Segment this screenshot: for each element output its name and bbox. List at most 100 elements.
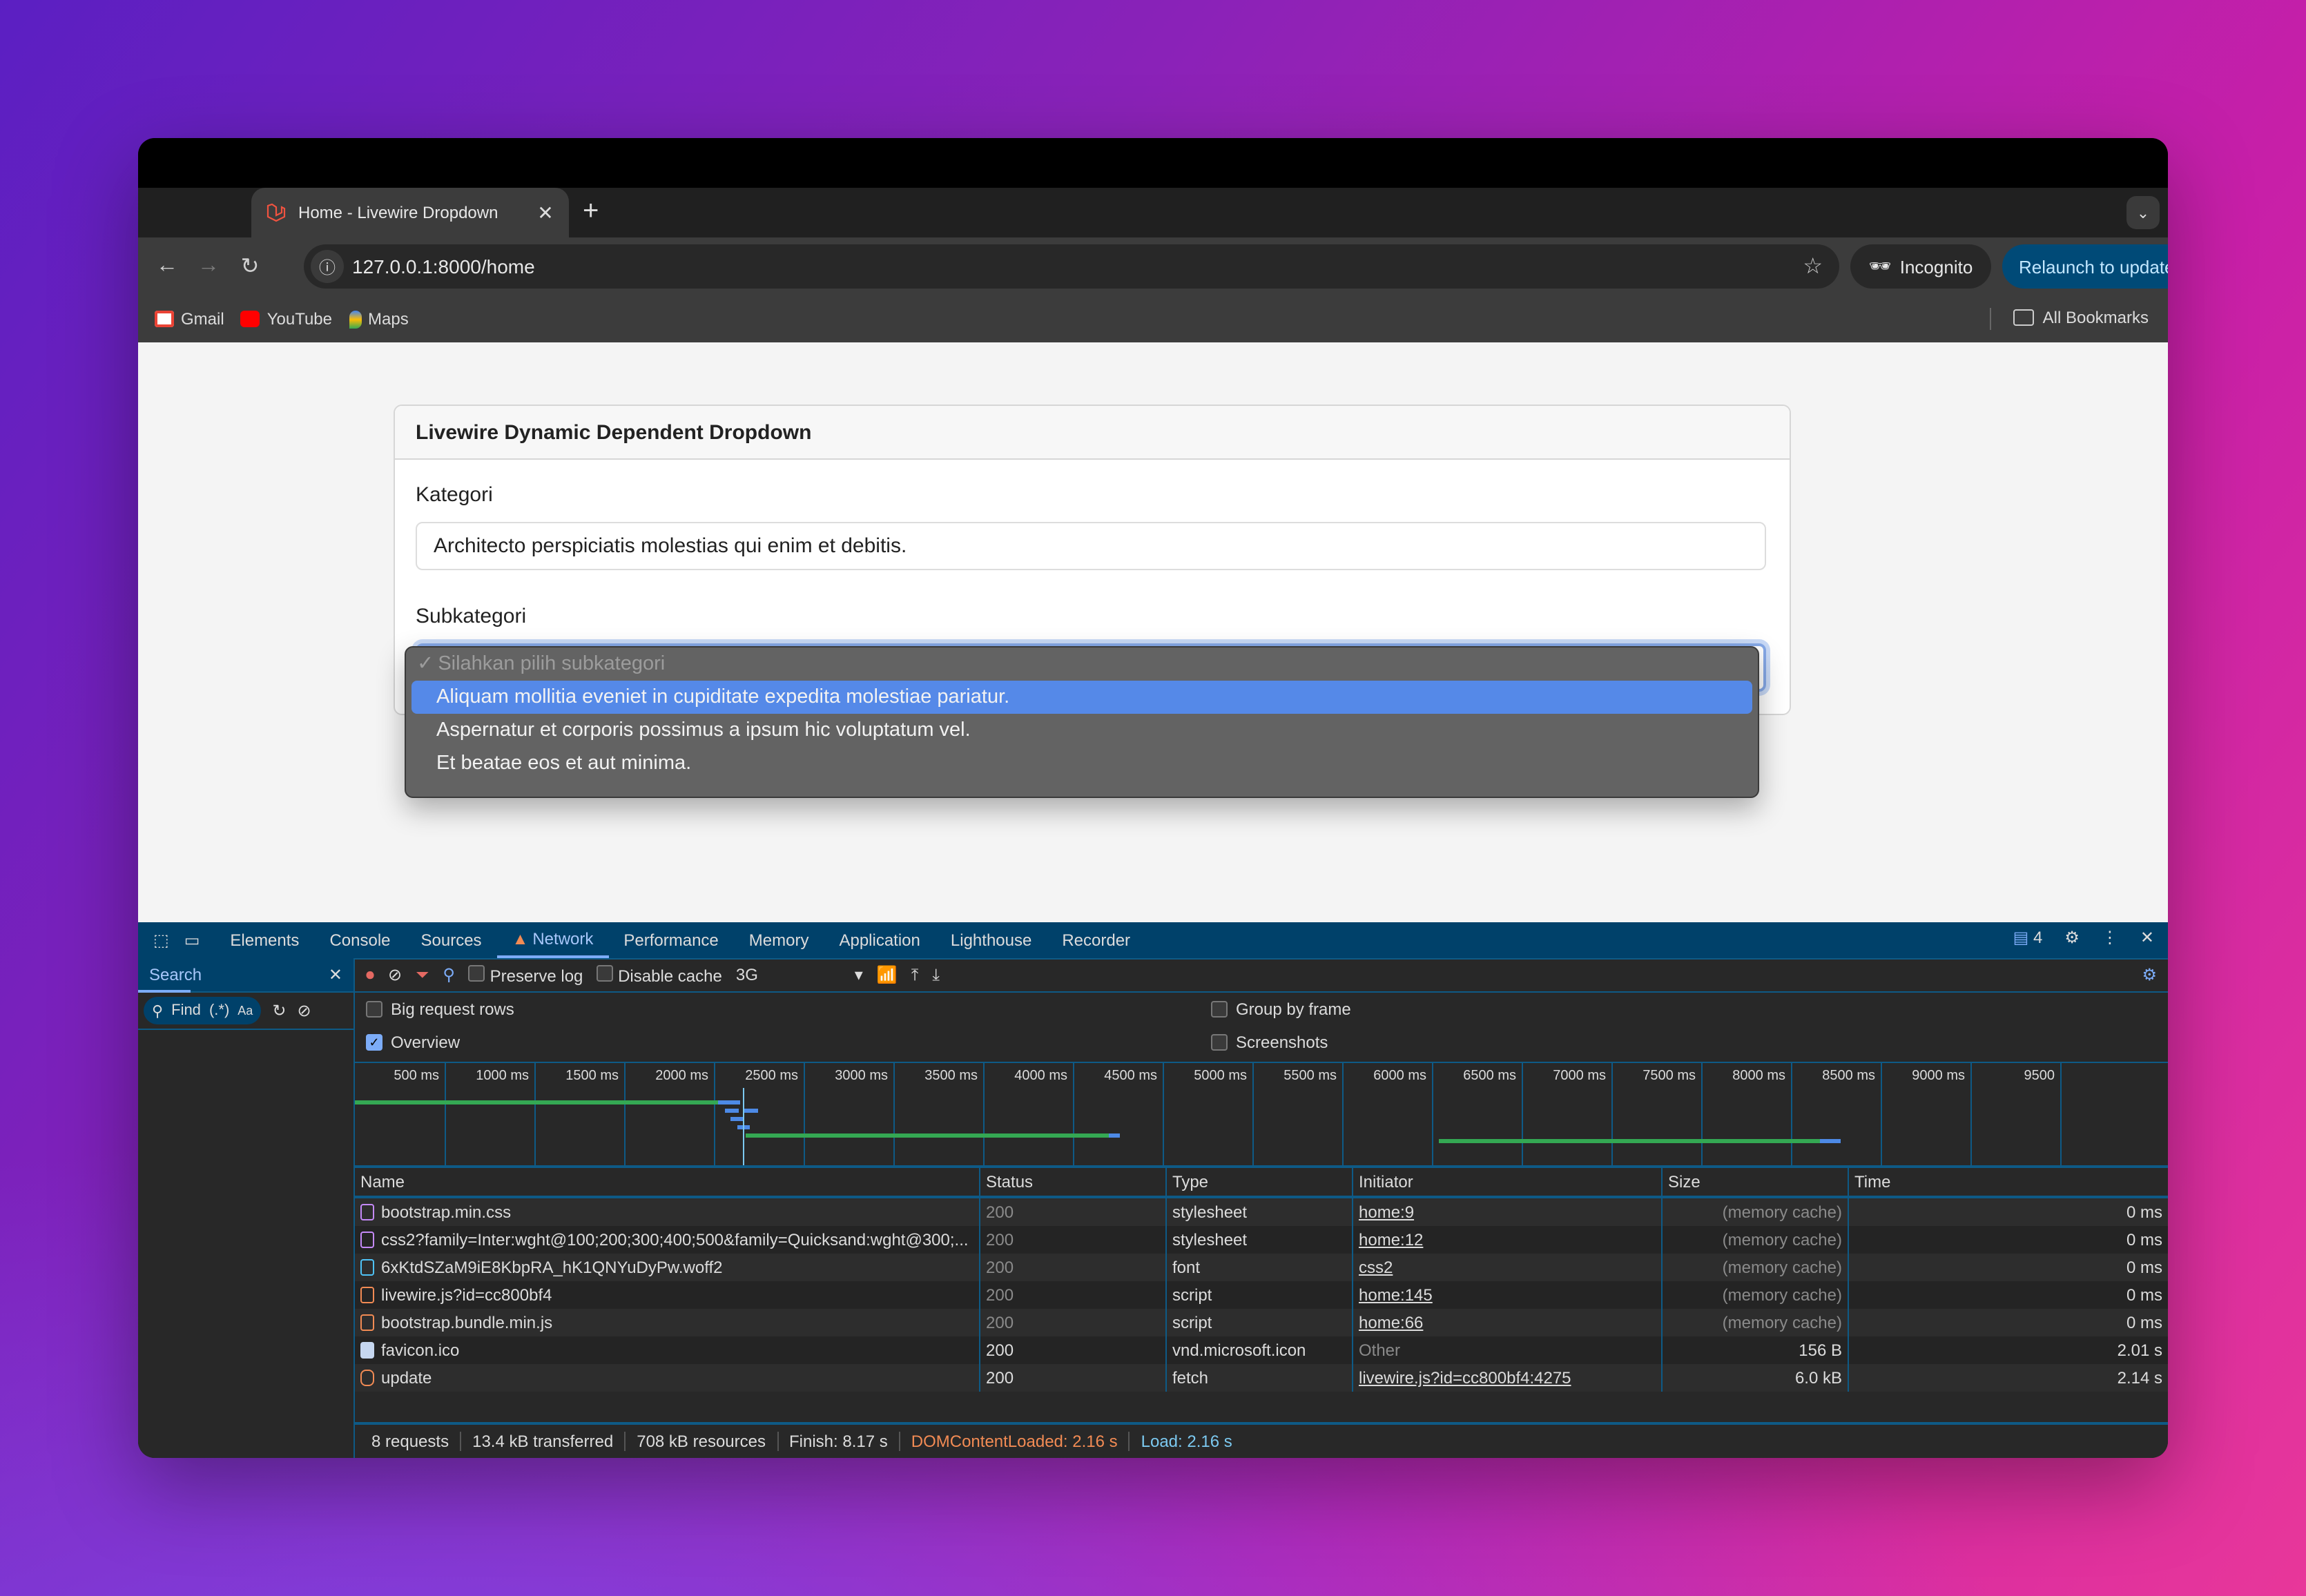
timeline-request-bar	[355, 1100, 718, 1104]
close-devtools-icon[interactable]: ✕	[2140, 928, 2154, 947]
cell-initiator[interactable]: home:12	[1353, 1226, 1663, 1254]
browser-tab[interactable]: Home - Livewire Dropdown ✕	[251, 188, 569, 237]
cell-status: 200	[980, 1336, 1167, 1364]
cell-size: (memory cache)	[1663, 1309, 1849, 1336]
dropdown-option[interactable]: Aliquam mollitia eveniet in cupiditate e…	[411, 681, 1752, 714]
bookmarks-bar: Gmail YouTube Maps All Bookmarks	[138, 295, 2168, 342]
cell-initiator[interactable]: css2	[1353, 1254, 1663, 1281]
col-type[interactable]: Type	[1167, 1168, 1353, 1196]
folder-icon	[2013, 309, 2035, 326]
incognito-badge[interactable]: 🕶 Incognito	[1850, 244, 1991, 289]
bookmark-maps[interactable]: Maps	[349, 309, 409, 329]
script-file-icon	[360, 1314, 374, 1331]
close-tab-icon[interactable]: ✕	[533, 201, 558, 224]
dropdown-option[interactable]: Aspernatur et corporis possimus a ipsum …	[406, 714, 1758, 747]
network-overview-timeline[interactable]: 500 ms 1000 ms 1500 ms 2000 ms 2500 ms 3000 m…	[355, 1063, 2168, 1168]
cell-initiator[interactable]: home:9	[1353, 1198, 1663, 1226]
bookmark-star-icon[interactable]: ☆	[1803, 253, 1823, 280]
tab-recorder[interactable]: Recorder	[1047, 922, 1145, 958]
regex-toggle[interactable]: (.*)	[209, 1002, 229, 1019]
bookmark-youtube[interactable]: YouTube	[240, 309, 332, 329]
clear-search-icon[interactable]: ⊘	[297, 1001, 311, 1020]
kategori-select[interactable]: Architecto perspiciatis molestias qui en…	[416, 522, 1766, 570]
address-bar[interactable]: ⓘ 127.0.0.1:8000/home ☆	[304, 244, 1839, 289]
group-by-frame-checkbox[interactable]: Group by frame	[1211, 1000, 1351, 1019]
tab-application[interactable]: Application	[824, 922, 935, 958]
find-input[interactable]: ⚲ Find (.*) Aa	[144, 997, 262, 1024]
table-row[interactable]: css2?family=Inter:wght@100;200;300;400;5…	[355, 1226, 2168, 1254]
browser-toolbar: ← → ↻ ⓘ 127.0.0.1:8000/home ☆ 🕶 Incognit…	[138, 237, 2168, 295]
filter-icon[interactable]: ⏷	[416, 964, 429, 985]
timeline-request-bar	[717, 1100, 741, 1104]
table-row[interactable]: livewire.js?id=cc800bf4 200 script home:145…	[355, 1281, 2168, 1309]
tab-console[interactable]: Console	[314, 922, 405, 958]
dropdown-option[interactable]: Et beatae eos et aut minima.	[406, 747, 1758, 780]
network-settings-gear-icon[interactable]: ⚙	[2142, 965, 2157, 984]
search-drawer-tab[interactable]: Search ✕	[138, 958, 353, 993]
incognito-icon: 🕶	[1868, 255, 1892, 276]
preserve-log-checkbox[interactable]: Preserve log	[468, 964, 583, 985]
network-conditions-icon[interactable]: 📶	[877, 965, 898, 984]
tab-elements[interactable]: Elements	[215, 922, 314, 958]
url-text[interactable]: 127.0.0.1:8000/home	[352, 255, 1803, 278]
col-time[interactable]: Time	[1849, 1168, 2168, 1196]
cell-status: 200	[980, 1281, 1167, 1309]
tab-memory[interactable]: Memory	[734, 922, 824, 958]
import-har-icon[interactable]: ⤒	[911, 964, 919, 985]
tab-title: Home - Livewire Dropdown	[298, 203, 498, 222]
col-status[interactable]: Status	[980, 1168, 1167, 1196]
table-row[interactable]: bootstrap.min.css 200 stylesheet home:9 (mem…	[355, 1198, 2168, 1226]
table-row[interactable]: 6xKtdSZaM9iE8KbpRA_hK1QNYuDyPw.woff2 200 f…	[355, 1254, 2168, 1281]
close-search-icon[interactable]: ✕	[329, 965, 342, 984]
timeline-tick-label: 5500 ms	[1283, 1069, 1337, 1084]
col-name[interactable]: Name	[355, 1168, 980, 1196]
forward-icon[interactable]: →	[188, 254, 229, 279]
reload-icon[interactable]: ↻	[229, 253, 271, 280]
issues-counter[interactable]: ▤ 4	[2013, 928, 2043, 947]
throttling-select[interactable]: 3G ▾	[736, 965, 863, 984]
inspect-element-icon[interactable]: ⬚	[138, 922, 184, 958]
relaunch-button[interactable]: Relaunch to update ⋮	[2002, 244, 2168, 289]
new-tab-icon[interactable]: +	[583, 196, 599, 228]
col-initiator[interactable]: Initiator	[1353, 1168, 1663, 1196]
big-request-rows-checkbox[interactable]: Big request rows	[366, 1000, 514, 1019]
issues-icon: ▤	[2013, 928, 2029, 947]
cell-name: update	[355, 1364, 980, 1392]
timeline-tick-label: 3500 ms	[924, 1069, 978, 1084]
tab-performance[interactable]: Performance	[608, 922, 733, 958]
search-network-icon[interactable]: ⚲	[443, 965, 455, 984]
window-titlebar	[138, 138, 2168, 188]
tab-sources[interactable]: Sources	[406, 922, 497, 958]
cell-initiator[interactable]: home:66	[1353, 1309, 1663, 1336]
cell-initiator[interactable]: livewire.js?id=cc800bf4:4275	[1353, 1364, 1663, 1392]
clear-log-icon[interactable]: ⊘	[388, 965, 402, 984]
all-bookmarks-button[interactable]: All Bookmarks	[2013, 308, 2149, 327]
table-row[interactable]: favicon.ico 200 vnd.microsoft.icon Other 156…	[355, 1336, 2168, 1364]
back-icon[interactable]: ←	[146, 254, 188, 279]
gmail-icon	[155, 311, 174, 327]
col-size[interactable]: Size	[1663, 1168, 1849, 1196]
device-toolbar-icon[interactable]: ▭	[184, 922, 215, 958]
font-file-icon	[360, 1259, 374, 1276]
overview-checkbox[interactable]: ✓ Overview	[366, 1033, 460, 1052]
table-row[interactable]: bootstrap.bundle.min.js 200 script home:66(…	[355, 1309, 2168, 1336]
export-har-icon[interactable]: ⤓	[932, 964, 940, 985]
table-row[interactable]: update 200 fetch livewire.js?id=cc800bf4:42…	[355, 1364, 2168, 1392]
case-sensitive-toggle[interactable]: Aa	[238, 1004, 253, 1018]
site-info-icon[interactable]: ⓘ	[311, 250, 344, 283]
tab-search-chevron-icon[interactable]: ⌄	[2126, 196, 2160, 229]
record-icon[interactable]: ⏺	[366, 964, 374, 985]
screenshots-checkbox[interactable]: Screenshots	[1211, 1033, 1328, 1052]
cell-initiator[interactable]: home:145	[1353, 1281, 1663, 1309]
dropdown-placeholder-option[interactable]: ✓ Silahkan pilih subkategori	[406, 648, 1758, 681]
disable-cache-checkbox[interactable]: Disable cache	[597, 964, 722, 985]
settings-gear-icon[interactable]: ⚙	[2064, 928, 2080, 947]
timeline-tick-label: 7500 ms	[1643, 1069, 1696, 1084]
devtools-menu-icon[interactable]: ⋮	[2102, 928, 2118, 947]
tab-network[interactable]: ▲ Network	[496, 922, 609, 958]
tab-lighthouse[interactable]: Lighthouse	[936, 922, 1047, 958]
incognito-label: Incognito	[1899, 256, 1973, 277]
refresh-search-icon[interactable]: ↻	[272, 1001, 286, 1020]
bookmark-gmail[interactable]: Gmail	[155, 309, 224, 329]
cell-name: bootstrap.bundle.min.js	[355, 1309, 980, 1336]
